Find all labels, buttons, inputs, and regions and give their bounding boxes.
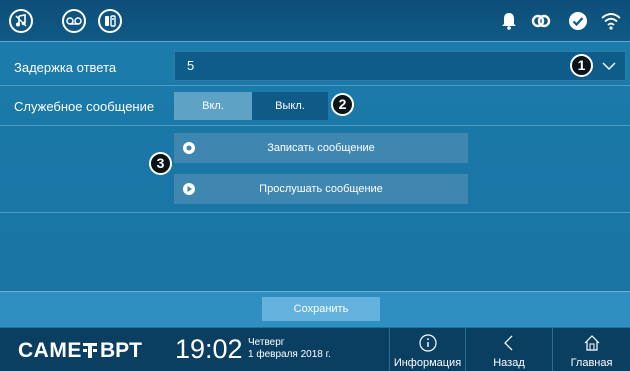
callout-2: 2	[331, 93, 354, 116]
play-message-label: Прослушать сообщение	[259, 183, 383, 195]
top-bar	[0, 0, 630, 42]
intercom-screen: Задержка ответа 5 1 Служебное сообщение …	[0, 0, 630, 371]
link-icon	[530, 10, 552, 32]
play-message-button[interactable]: Прослушать сообщение	[174, 174, 468, 204]
answer-delay-label: Задержка ответа	[14, 60, 117, 75]
clock-time: 19:02	[175, 334, 243, 364]
callout-1: 1	[570, 54, 593, 77]
back-label: Назад	[493, 357, 525, 369]
save-button[interactable]: Сохранить	[262, 297, 380, 321]
play-icon	[183, 183, 195, 195]
record-message-button[interactable]: Записать сообщение	[174, 133, 468, 163]
info-button[interactable]: Информация	[389, 328, 465, 371]
brand-logo-came: CAME	[18, 339, 82, 362]
info-icon	[418, 334, 437, 352]
answer-delay-value: 5	[187, 58, 195, 73]
info-label: Информация	[393, 357, 462, 369]
check-circle-icon	[567, 10, 589, 32]
service-message-on-button[interactable]: Вкл.	[174, 92, 252, 120]
record-message-label: Записать сообщение	[267, 142, 375, 154]
record-icon	[183, 142, 195, 154]
chevron-down-icon	[602, 62, 616, 70]
answer-delay-select[interactable]: 5	[174, 51, 626, 81]
home-label: Главная	[570, 357, 613, 369]
service-message-label: Служебное сообщение	[14, 99, 155, 114]
service-message-off-button[interactable]: Выкл.	[252, 92, 328, 120]
music-note-icon[interactable]	[9, 9, 33, 33]
brand-mark-icon	[83, 343, 97, 358]
callout-3: 3	[149, 152, 172, 175]
clock-date: 1 февраля 2018 г.	[248, 349, 331, 360]
brand-logo-bpt: BPT	[100, 339, 142, 362]
intercom-icon[interactable]	[98, 9, 122, 33]
wifi-icon	[600, 10, 622, 32]
home-button[interactable]: Главная	[552, 328, 630, 371]
clock-day: Четверг	[248, 337, 285, 348]
bell-icon	[498, 10, 520, 32]
chevron-left-icon	[504, 335, 513, 351]
voicemail-icon[interactable]	[62, 9, 86, 33]
home-icon	[584, 335, 599, 351]
back-button[interactable]: Назад	[465, 328, 552, 371]
